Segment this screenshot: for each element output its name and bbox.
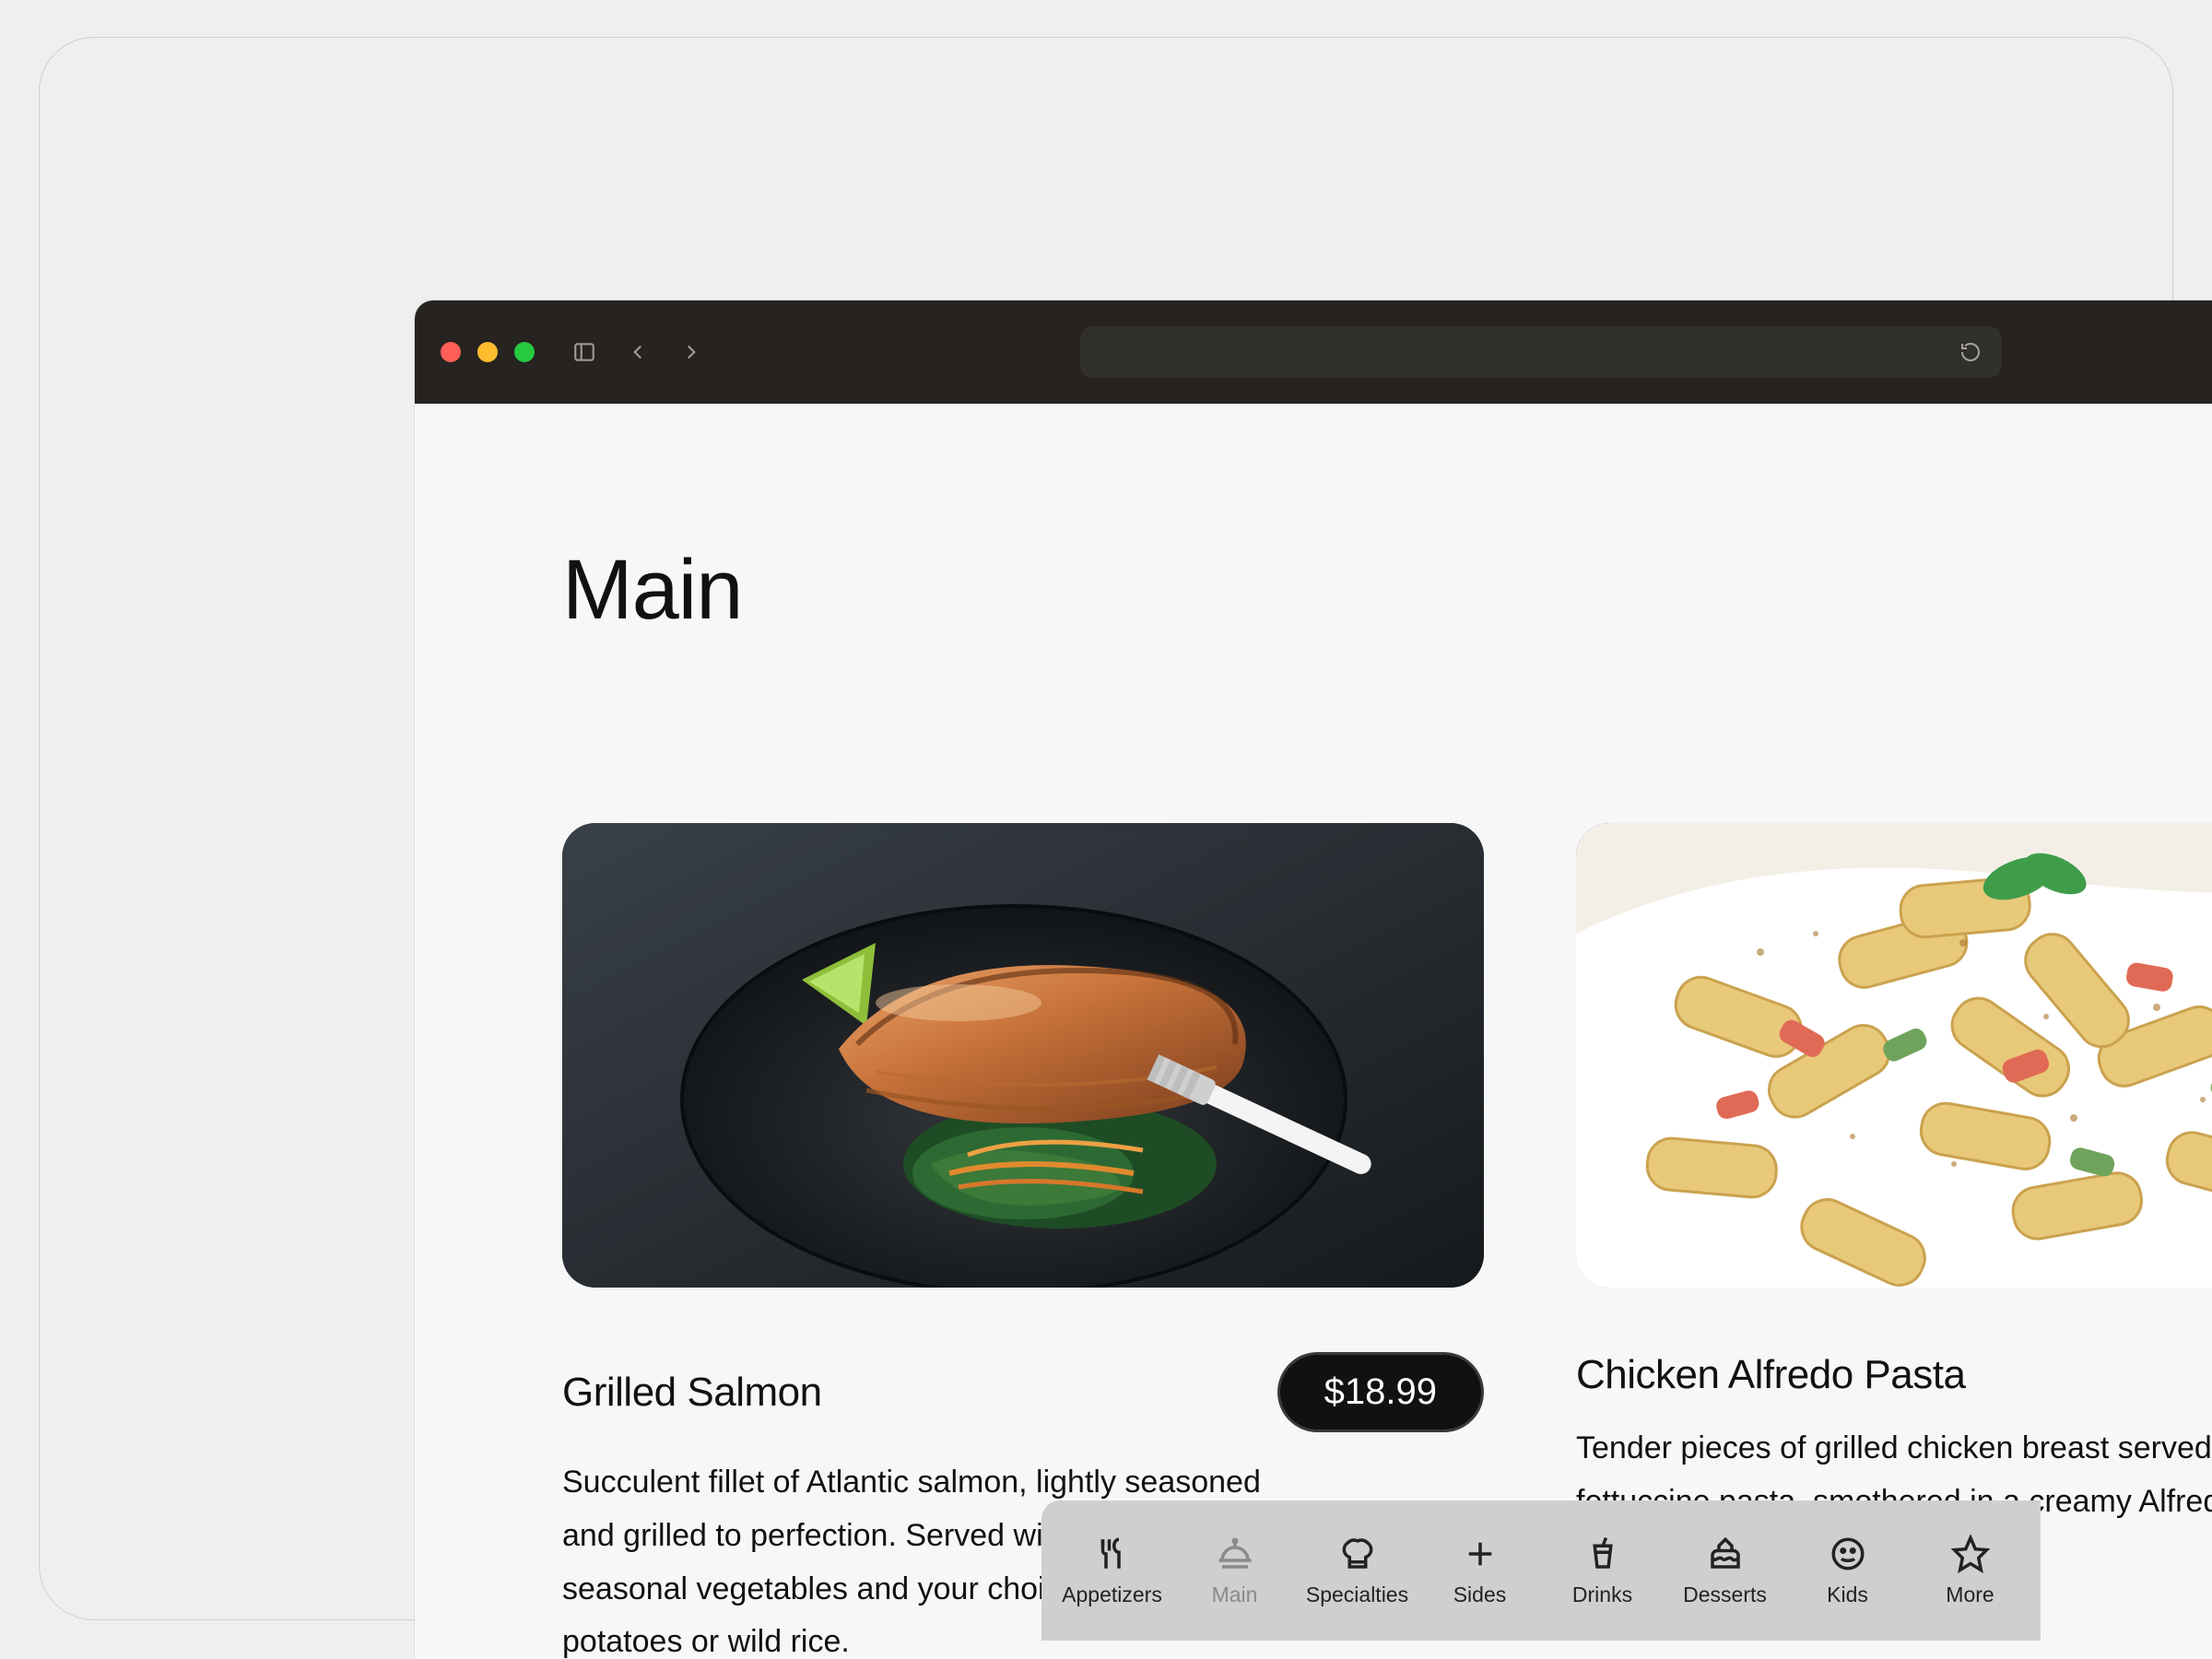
chef-hat-icon bbox=[1338, 1535, 1377, 1573]
star-icon bbox=[1951, 1535, 1990, 1573]
menu-item-image bbox=[562, 823, 1484, 1288]
category-nav: Appetizers Main Specialties Sides Drinks… bbox=[1041, 1500, 2041, 1641]
nav-main[interactable]: Main bbox=[1175, 1535, 1295, 1607]
cake-icon bbox=[1706, 1535, 1745, 1573]
nav-label: Drinks bbox=[1572, 1583, 1632, 1607]
nav-drinks[interactable]: Drinks bbox=[1543, 1535, 1663, 1607]
nav-back-icon[interactable] bbox=[623, 337, 653, 367]
cup-icon bbox=[1583, 1535, 1622, 1573]
window-zoom-button[interactable] bbox=[514, 342, 535, 362]
nav-label: Specialties bbox=[1306, 1583, 1408, 1607]
nav-desserts[interactable]: Desserts bbox=[1665, 1535, 1785, 1607]
sidebar-toggle-icon[interactable] bbox=[570, 337, 599, 367]
nav-label: More bbox=[1946, 1583, 1994, 1607]
menu-item-image bbox=[1576, 823, 2212, 1288]
traffic-lights bbox=[441, 342, 535, 362]
dish-icon bbox=[1216, 1535, 1254, 1573]
reload-icon[interactable] bbox=[1959, 341, 1982, 363]
nav-label: Sides bbox=[1453, 1583, 1507, 1607]
nav-label: Kids bbox=[1827, 1583, 1868, 1607]
page-content: Main bbox=[415, 404, 2212, 1659]
browser-window: Main bbox=[415, 300, 2212, 1659]
menu-item-title: Grilled Salmon bbox=[562, 1370, 822, 1416]
address-bar[interactable] bbox=[1080, 326, 2002, 378]
menu-item-header: Grilled Salmon $18.99 bbox=[562, 1352, 1484, 1432]
nav-label: Main bbox=[1212, 1583, 1258, 1607]
nav-forward-icon[interactable] bbox=[677, 337, 706, 367]
fork-knife-icon bbox=[1093, 1535, 1132, 1573]
nav-specialties[interactable]: Specialties bbox=[1298, 1535, 1418, 1607]
nav-label: Appetizers bbox=[1062, 1583, 1162, 1607]
window-close-button[interactable] bbox=[441, 342, 461, 362]
plus-icon bbox=[1461, 1535, 1500, 1573]
nav-more[interactable]: More bbox=[1911, 1535, 2030, 1607]
menu-item-header: Chicken Alfredo Pasta bbox=[1576, 1352, 2212, 1398]
smiley-icon bbox=[1829, 1535, 1867, 1573]
nav-kids[interactable]: Kids bbox=[1788, 1535, 1908, 1607]
menu-item-price[interactable]: $18.99 bbox=[1277, 1352, 1484, 1432]
nav-sides[interactable]: Sides bbox=[1420, 1535, 1540, 1607]
menu-item-title: Chicken Alfredo Pasta bbox=[1576, 1352, 1965, 1398]
nav-label: Desserts bbox=[1683, 1583, 1767, 1607]
browser-titlebar bbox=[415, 300, 2212, 404]
page-title: Main bbox=[562, 542, 2065, 639]
nav-appetizers[interactable]: Appetizers bbox=[1053, 1535, 1172, 1607]
window-minimize-button[interactable] bbox=[477, 342, 498, 362]
